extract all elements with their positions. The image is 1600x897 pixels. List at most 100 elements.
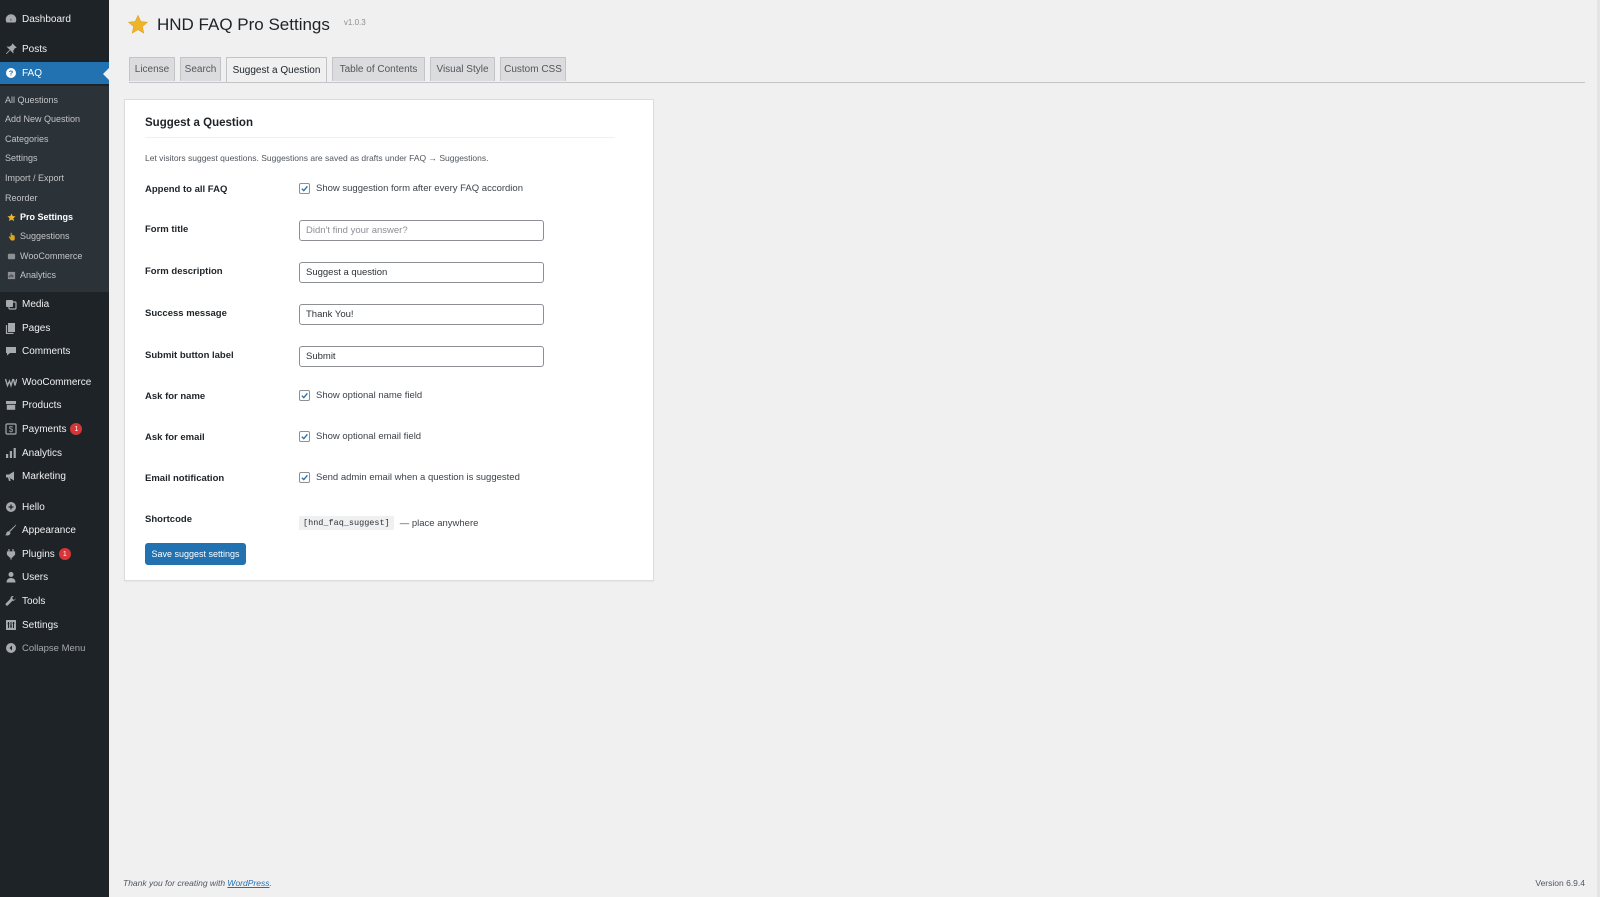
menu-posts[interactable]: Posts [0,38,109,60]
ask-email-checkbox-label: Show optional email field [316,431,422,442]
shortcode-code[interactable]: [hnd_faq_suggest] [299,516,394,530]
menu-marketing[interactable]: Marketing [0,465,109,487]
menu-label: Media [22,298,50,310]
append-checkbox[interactable] [299,183,310,194]
submenu-label: Categories [5,134,49,144]
submenu-analytics[interactable]: Analytics [0,267,109,283]
tab-search[interactable]: Search [180,57,221,81]
menu-faq[interactable]: ? FAQ [0,62,109,84]
wrench-icon [5,595,17,607]
menu-media[interactable]: Media [0,293,109,315]
shortcode-label: Shortcode [145,514,192,525]
submenu-categories[interactable]: Categories [0,131,109,147]
menu-settings[interactable]: Settings [0,614,109,636]
collapse-menu-button[interactable]: Collapse Menu [0,637,109,659]
store-icon [7,252,16,261]
hand-icon [7,232,16,241]
form-description-input[interactable] [299,262,544,283]
submenu-woocommerce[interactable]: WooCommerce [0,248,109,264]
page-title: HND FAQ Pro Settings [157,15,330,34]
woo-icon [5,376,17,388]
media-icon [5,298,17,310]
submenu-suggestions[interactable]: Suggestions [0,228,109,244]
submenu-label: Analytics [20,270,57,280]
menu-products[interactable]: Products [0,394,109,416]
bar-chart-icon [5,447,17,459]
card-description: Let visitors suggest questions. Suggesti… [145,153,489,163]
menu-analytics[interactable]: Analytics [0,442,109,464]
form-title-label: Form title [145,224,189,235]
menu-label: Comments [22,345,71,357]
submenu-label: Import / Export [5,173,65,183]
ask-name-option[interactable]: Show optional name field [299,390,422,401]
star-icon [7,212,16,222]
brush-icon [5,524,17,536]
ask-email-option[interactable]: Show optional email field [299,431,421,442]
submenu-label: Pro Settings [20,212,74,222]
menu-pages[interactable]: Pages [0,317,109,339]
menu-label: FAQ [22,67,43,79]
card-title: Suggest a Question [145,117,253,129]
tab-visual-style[interactable]: Visual Style [430,57,495,81]
user-icon [5,571,17,583]
footer-credit-suffix: . [269,878,272,888]
menu-woocommerce[interactable]: WooCommerce [0,371,109,393]
notification-badge: 1 [58,548,71,560]
footer-credit-text: Thank you for creating with [123,878,228,888]
submenu-label: WooCommerce [20,251,83,261]
email-notification-checkbox[interactable] [299,472,310,483]
menu-label: Payments [22,423,67,435]
menu-label: Settings [22,619,59,631]
submenu-reorder[interactable]: Reorder [0,190,109,206]
svg-text:$: $ [9,425,14,434]
ask-name-checkbox[interactable] [299,390,310,401]
checkmark-icon [301,474,308,481]
admin-sidebar: Dashboard Posts ? FAQ All Questions Add … [0,0,109,897]
tab-custom-css[interactable]: Custom CSS [500,57,566,81]
menu-comments[interactable]: Comments [0,340,109,362]
success-message-input[interactable] [299,304,544,325]
wordpress-link[interactable]: WordPress [227,878,269,888]
save-suggest-settings-button[interactable]: Save suggest settings [145,543,246,565]
divider [145,137,615,138]
tab-license[interactable]: License [129,57,175,81]
checkmark-icon [301,433,308,440]
menu-label: Pages [22,322,51,334]
tab-suggest-a-question[interactable]: Suggest a Question [226,57,327,82]
submit-label-input[interactable] [299,346,544,367]
menu-plugins[interactable]: Plugins 1 [0,543,109,565]
ask-email-checkbox[interactable] [299,431,310,442]
form-title-input[interactable] [299,220,544,241]
ask-name-label: Ask for name [145,391,206,402]
svg-text:?: ? [9,69,14,78]
footer-version: Version 6.9.4 [1535,878,1585,888]
menu-label: Users [22,571,49,583]
submenu-label: Suggestions [20,231,70,241]
menu-users[interactable]: Users [0,566,109,588]
collapse-icon [5,642,17,654]
checkmark-icon [301,392,308,399]
submenu-add-new-question[interactable]: Add New Question [0,111,109,127]
append-option[interactable]: Show suggestion form after every FAQ acc… [299,183,523,194]
archive-icon [5,399,17,411]
email-notification-option[interactable]: Send admin email when a question is sugg… [299,472,520,483]
email-notification-checkbox-label: Send admin email when a question is sugg… [316,472,520,483]
submenu-import-export[interactable]: Import / Export [0,170,109,186]
settings-tabs: License Search Suggest a Question Table … [129,57,1585,83]
help-circle-icon: ? [5,67,17,79]
submenu-label: Reorder [5,193,38,203]
menu-hello[interactable]: Hello [0,496,109,518]
plus-circle-icon [5,501,17,513]
megaphone-icon [5,470,17,482]
menu-dashboard[interactable]: Dashboard [0,8,109,30]
chart-icon [7,271,16,280]
ask-name-checkbox-label: Show optional name field [316,390,423,401]
menu-tools[interactable]: Tools [0,590,109,612]
tab-table-of-contents[interactable]: Table of Contents [332,57,425,81]
menu-payments[interactable]: $ Payments 1 [0,418,109,440]
submenu-all-questions[interactable]: All Questions [0,92,109,108]
submenu-pro-settings[interactable]: Pro Settings [0,209,109,225]
menu-appearance[interactable]: Appearance [0,519,109,541]
submenu-settings[interactable]: Settings [0,150,109,166]
comment-icon [5,345,17,357]
